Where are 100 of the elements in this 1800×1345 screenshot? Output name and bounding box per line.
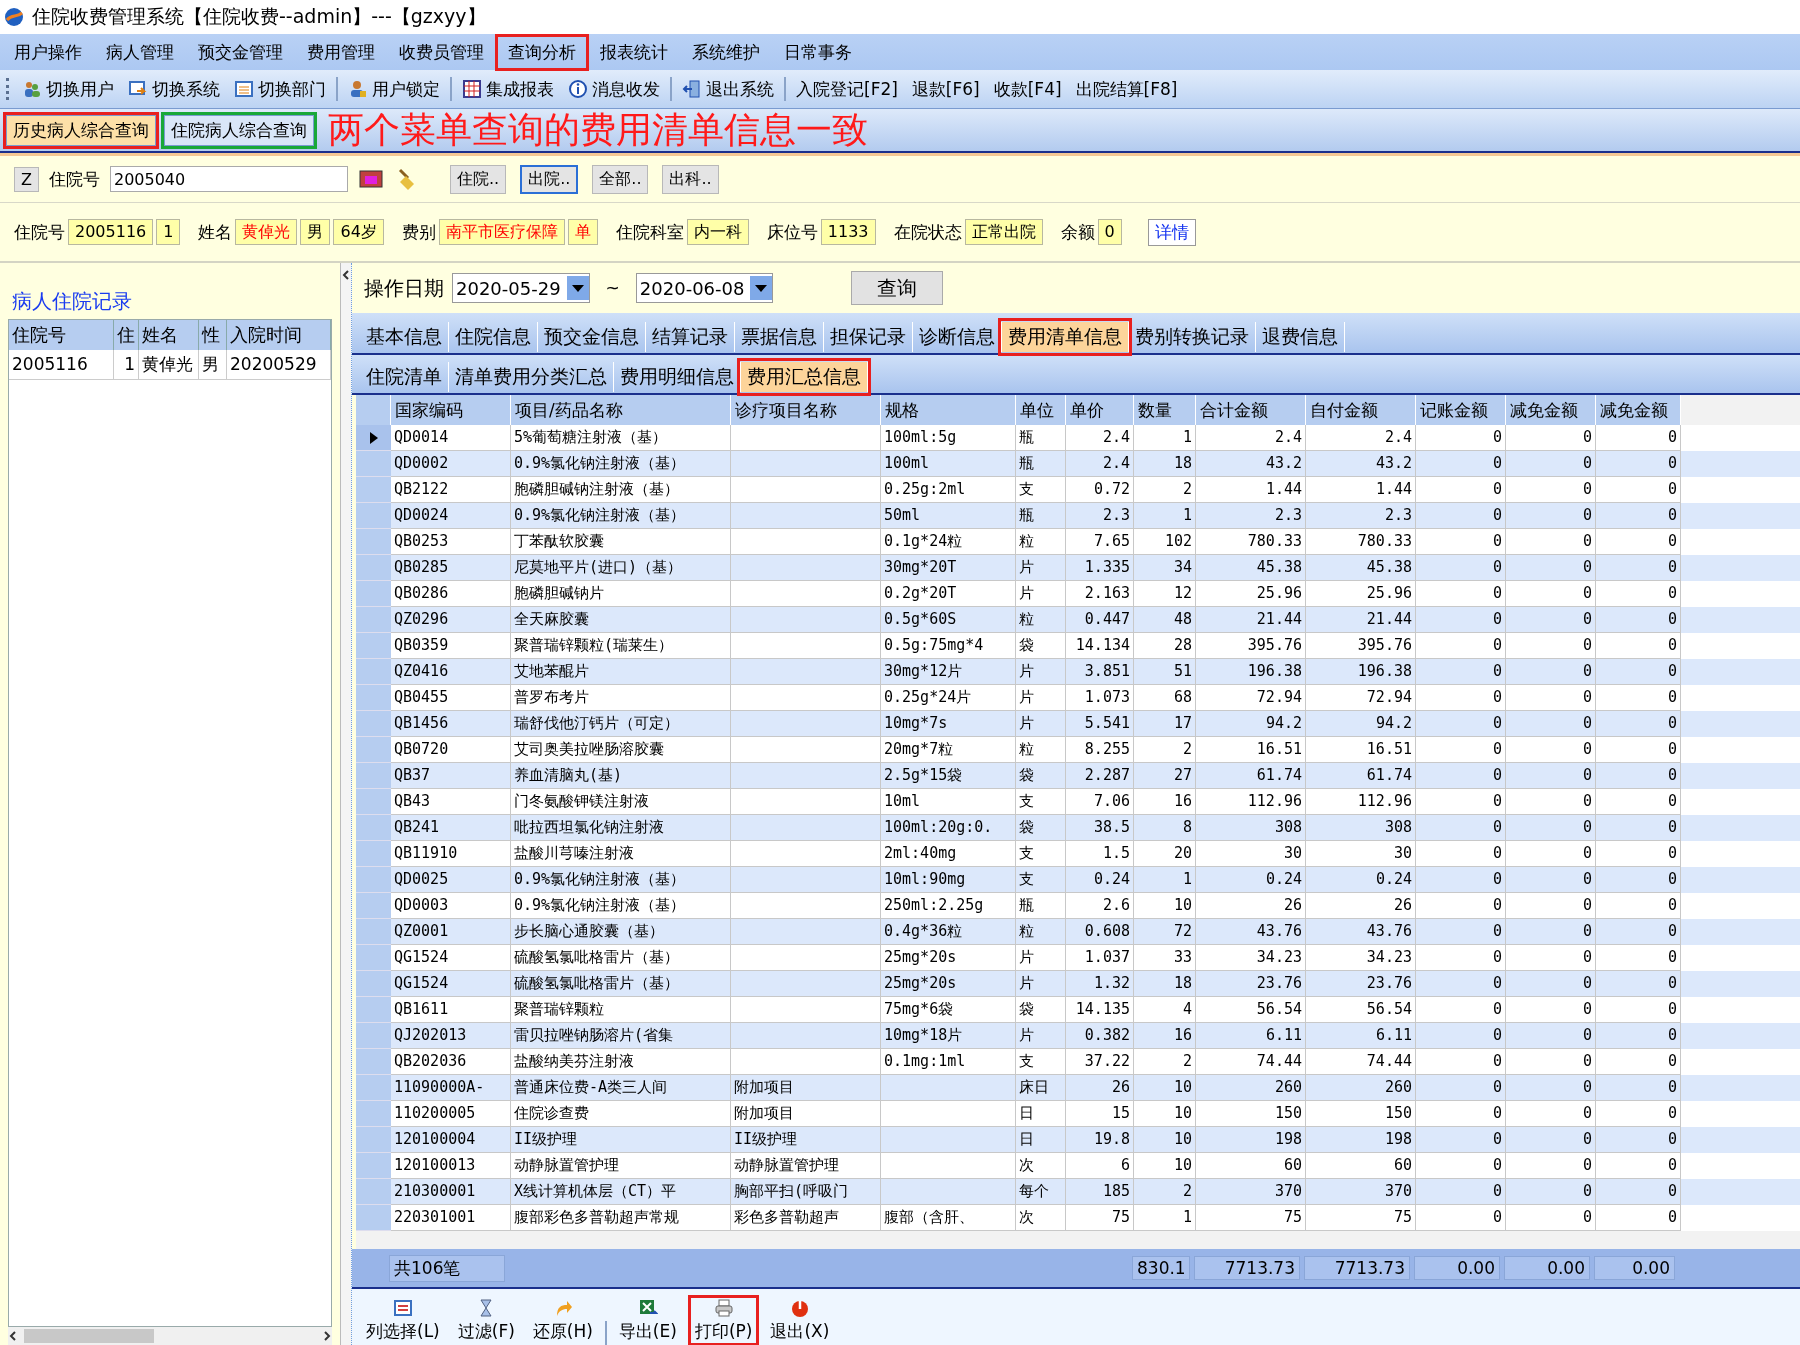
action-button[interactable]: 过滤(F) [451,1296,521,1345]
table-row[interactable]: QD0002 0.9%氯化钠注射液（基） 100ml 瓶 2.4 18 43.2 43.2 0 0 0 [356,451,1800,477]
menu-item[interactable]: 系统维护 [682,36,770,68]
date-picker[interactable]: 2020-06-08 [635,273,774,303]
toolbar-button[interactable]: 切换部门 [230,75,330,103]
column-header[interactable]: 合计金额 [1196,395,1306,425]
column-header[interactable]: 项目/药品名称 [511,395,731,425]
toolbar-button[interactable]: 退出系统 [678,75,778,103]
toolbar-button[interactable]: 用户锁定 [344,75,444,103]
toolbar-button[interactable]: 出院结算[F8] [1071,75,1182,103]
action-button[interactable]: 退出(X) [764,1296,836,1345]
z-button[interactable]: Z [14,166,39,192]
table-row[interactable]: QB0285 尼莫地平片(进口)（基） 30mg*20T 片 1.335 34 45.38 45.38 0 0 0 [356,555,1800,581]
toolbar-button[interactable]: 退款[F6] [907,75,984,103]
table-row[interactable]: QD0025 0.9%氯化钠注射液（基） 10ml:90mg 支 0.24 1 0.24 0.24 0 0 0 [356,867,1800,893]
column-header[interactable]: 国家编码 [391,395,511,425]
action-button[interactable]: 打印(P) [688,1296,759,1345]
toolbar-button[interactable]: 集成报表 [458,75,558,103]
filter-button[interactable]: 住院.. [449,164,507,194]
action-button[interactable]: 列选择(L) [360,1296,446,1345]
table-row[interactable]: QB37 养血清脑丸(基) 2.5g*15袋 袋 2.287 27 61.74 61.74 0 0 0 [356,763,1800,789]
table-row[interactable]: QB0286 胞磷胆碱钠片 0.2g*20T 片 2.163 12 25.96 25.96 0 0 0 [356,581,1800,607]
column-header[interactable]: 自付金额 [1306,395,1416,425]
table-row[interactable]: QZ0001 步长脑心通胶囊（基） 0.4g*36粒 粒 0.608 72 43.76 43.76 0 0 0 [356,919,1800,945]
column-header[interactable]: 入院时间 [227,320,331,350]
table-row[interactable]: 220301001 腹部彩色多普勒超声常规 彩色多普勒超声 腹部（含肝、 次 75 1 75 75 0 0 0 [356,1205,1800,1231]
table-row[interactable]: QG1524 硫酸氢氯吡格雷片（基） 25mg*20s 片 1.037 33 34.23 34.23 0 0 0 [356,945,1800,971]
column-header[interactable]: 性 [199,320,227,350]
scroll-right-icon[interactable] [322,1330,332,1342]
scroll-left-icon[interactable] [8,1330,18,1342]
table-row[interactable]: QG1524 硫酸氢氯吡格雷片（基） 25mg*20s 片 1.32 18 23.76 23.76 0 0 0 [356,971,1800,997]
table-row[interactable]: QB0455 普罗布考片 0.25g*24片 片 1.073 68 72.94 72.94 0 0 0 [356,685,1800,711]
column-header[interactable]: 减免金额 [1596,395,1681,425]
toolbar-button[interactable]: 切换用户 [18,75,118,103]
menu-item[interactable]: 查询分析 [498,36,586,68]
table-row[interactable]: QJ202013 雷贝拉唑钠肠溶片(省集 10mg*18片 片 0.382 16 6.11 6.11 0 0 0 [356,1023,1800,1049]
tab[interactable]: 票据信息 [735,322,824,352]
menu-item[interactable]: 收费员管理 [389,36,494,68]
table-row[interactable]: 210300001 X线计算机体层（CT）平 胸部平扫(呼吸门 每个 185 2 370 370 0 0 0 [356,1179,1800,1205]
toolbar-button[interactable]: 消息收发 [564,75,664,103]
query-tab[interactable]: 历史病人综合查询 [6,114,156,146]
table-row[interactable]: QB11910 盐酸川芎嗪注射液 2ml:40mg 支 1.5 20 30 30 0 0 0 [356,841,1800,867]
collapse-icon[interactable] [341,269,351,281]
tab[interactable]: 预交金信息 [538,322,646,352]
table-row[interactable]: QB43 门冬氨酸钾镁注射液 10ml 支 7.06 16 112.96 112.96 0 0 0 [356,789,1800,815]
table-row[interactable]: QB202036 盐酸纳美芬注射液 0.1mg:1ml 支 37.22 2 74.44 74.44 0 0 0 [356,1049,1800,1075]
menu-item[interactable]: 费用管理 [297,36,385,68]
filter-button[interactable]: 全部.. [592,164,649,194]
row-header[interactable] [356,425,391,451]
table-row[interactable]: QZ0296 全天麻胶囊 0.5g*60S 粒 0.447 48 21.44 21.44 0 0 0 [356,607,1800,633]
column-header[interactable]: 减免金额 [1506,395,1596,425]
tab[interactable]: 担保记录 [824,322,913,352]
table-row[interactable]: QB0720 艾司奥美拉唑肠溶胶囊 20mg*7粒 粒 8.255 2 16.51 16.51 0 0 0 [356,737,1800,763]
table-row[interactable]: QZ0416 艾地苯醌片 30mg*12片 片 3.851 51 196.38 196.38 0 0 0 [356,659,1800,685]
table-row[interactable]: QD0024 0.9%氯化钠注射液（基） 50ml 瓶 2.3 1 2.3 2.3 0 0 0 [356,503,1800,529]
column-header[interactable]: 诊疗项目名称 [731,395,881,425]
filter-button[interactable]: 出院.. [520,164,579,194]
details-button[interactable]: 详情 [1147,218,1196,246]
table-row[interactable]: QB1456 瑞舒伐他汀钙片（可定） 10mg*7s 片 5.541 17 94.2 94.2 0 0 0 [356,711,1800,737]
table-row[interactable]: QD0003 0.9%氯化钠注射液（基） 250ml:2.25g 瓶 2.6 10 26 26 0 0 0 [356,893,1800,919]
tab[interactable]: 基本信息 [360,322,449,352]
horizontal-scrollbar[interactable] [8,1327,332,1345]
query-button[interactable]: 查询 [851,271,944,305]
column-header[interactable]: 住院号 [9,320,114,350]
date-picker[interactable]: 2020-05-29 [452,273,590,303]
table-row[interactable]: QB241 吡拉西坦氯化钠注射液 100ml:20g:0. 袋 38.5 8 308 308 0 0 0 [356,815,1800,841]
tab[interactable]: 退费信息 [1256,322,1345,352]
table-row[interactable]: 120100004 II级护理 II级护理 日 19.8 10 198 198 0 0 0 [356,1127,1800,1153]
menu-item[interactable]: 病人管理 [96,36,184,68]
toolbar-button[interactable]: 收款[F4] [989,75,1066,103]
menu-item[interactable]: 日常事务 [774,36,862,68]
table-row[interactable]: 11090000A- 普通床位费-A类三人间 附加项目 床日 26 10 260 260 0 0 0 [356,1075,1800,1101]
toolbar-button[interactable]: 入院登记[F2] [792,75,902,103]
tab[interactable]: 清单费用分类汇总 [449,362,614,392]
column-header[interactable]: 数量 [1134,395,1196,425]
menu-item[interactable]: 预交金管理 [188,36,293,68]
tab[interactable]: 住院信息 [449,322,538,352]
menu-item[interactable]: 报表统计 [590,36,678,68]
action-button[interactable]: 导出(E) [612,1296,683,1345]
table-row[interactable]: 110200005 住院诊查费 附加项目 日 15 10 150 150 0 0 0 [356,1101,1800,1127]
table-row[interactable]: QB1611 聚普瑞锌颗粒 75mg*6袋 袋 14.135 4 56.54 56.54 0 0 0 [356,997,1800,1023]
column-header[interactable]: 单价 [1066,395,1134,425]
column-header[interactable]: 住 [114,320,139,350]
tab[interactable]: 住院清单 [360,362,449,392]
tab[interactable]: 费别转换记录 [1129,322,1256,352]
admission-number-field[interactable]: 2005040 [109,166,348,192]
column-header[interactable]: 姓名 [139,320,199,350]
toolbar-button[interactable]: 切换系统 [124,75,224,103]
scrollbar-thumb[interactable] [24,1329,154,1343]
tab[interactable]: 结算记录 [646,322,735,352]
table-row[interactable]: QD0014 5%葡萄糖注射液（基） 100ml:5g 瓶 2.4 1 2.4 2.4 0 0 0 [356,425,1800,451]
query-tab[interactable]: 住院病人综合查询 [164,114,314,146]
table-row[interactable]: 120100013 动静脉置管护理 动静脉置管护理 次 6 10 60 60 0 0 0 [356,1153,1800,1179]
filter-button[interactable]: 出科.. [662,164,719,194]
action-button[interactable]: 还原(H) [526,1296,599,1345]
column-header[interactable]: 规格 [881,395,1016,425]
menu-item[interactable]: 用户操作 [4,36,92,68]
column-header[interactable]: 单位 [1016,395,1066,425]
table-row[interactable]: QB0359 聚普瑞锌颗粒(瑞莱生） 0.5g:75mg*4 袋 14.134 28 395.76 395.76 0 0 0 [356,633,1800,659]
table-row[interactable]: QB0253 丁苯酞软胶囊 0.1g*24粒 粒 7.65 102 780.33 780.33 0 0 0 [356,529,1800,555]
